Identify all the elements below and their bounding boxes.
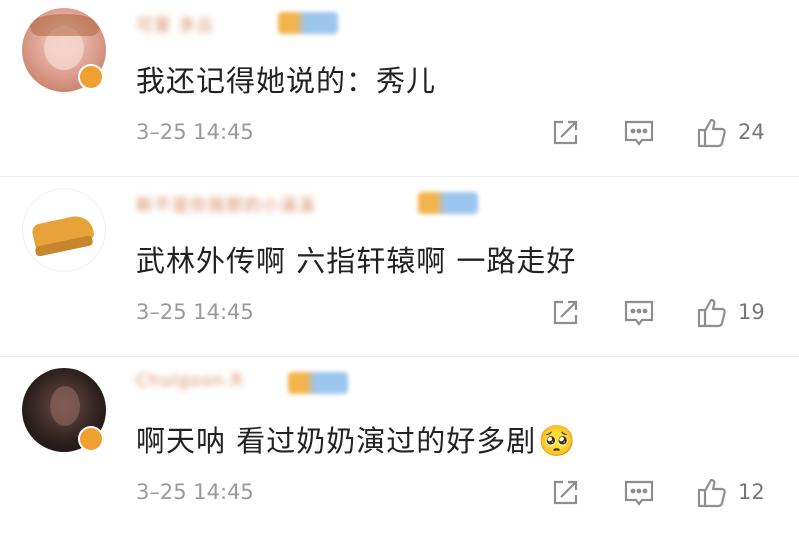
user-level-badge xyxy=(288,372,348,394)
divider xyxy=(0,356,799,357)
username[interactable]: 新不是你我那的小溪溪 xyxy=(136,191,316,216)
thumbs-up-icon[interactable] xyxy=(696,116,730,150)
comment-text: 武林外传啊 六指轩辕啊 一路走好 xyxy=(136,244,577,278)
share-icon[interactable] xyxy=(548,116,582,150)
pleading-face-emoji-icon: 🥺 xyxy=(538,424,577,459)
avatar[interactable] xyxy=(22,188,106,272)
thumbs-up-icon[interactable] xyxy=(696,476,730,510)
comment-time: 3–25 14:45 xyxy=(136,480,254,504)
share-icon[interactable] xyxy=(548,296,582,330)
username[interactable]: 可爱 多云 xyxy=(136,11,214,36)
comment-time: 3–25 14:45 xyxy=(136,300,254,324)
divider xyxy=(0,176,799,177)
comment-text-body: 啊天呐 看过奶奶演过的好多剧 xyxy=(136,424,537,458)
verified-badge-icon xyxy=(78,426,104,452)
comment-text: 我还记得她说的：秀儿 xyxy=(136,64,437,98)
username[interactable]: Chulgoon.R xyxy=(136,371,244,391)
comment-item: 可爱 多云 我还记得她说的：秀儿 3–25 14:45 24 xyxy=(0,0,799,177)
user-level-badge xyxy=(418,192,478,214)
comment-icon[interactable] xyxy=(622,116,656,150)
comment-icon[interactable] xyxy=(622,476,656,510)
thumbs-up-icon[interactable] xyxy=(696,296,730,330)
comment-icon[interactable] xyxy=(622,296,656,330)
comment-text: 啊天呐 看过奶奶演过的好多剧🥺 xyxy=(136,418,577,460)
verified-badge-icon xyxy=(78,64,104,90)
comment-item: Chulgoon.R 啊天呐 看过奶奶演过的好多剧🥺 3–25 14:45 12 xyxy=(0,360,799,536)
comment-time: 3–25 14:45 xyxy=(136,120,254,144)
like-count: 24 xyxy=(738,120,765,144)
like-count: 19 xyxy=(738,300,765,324)
comment-item: 新不是你我那的小溪溪 武林外传啊 六指轩辕啊 一路走好 3–25 14:45 1… xyxy=(0,180,799,357)
like-count: 12 xyxy=(738,480,765,504)
share-icon[interactable] xyxy=(548,476,582,510)
user-level-badge xyxy=(278,12,338,34)
